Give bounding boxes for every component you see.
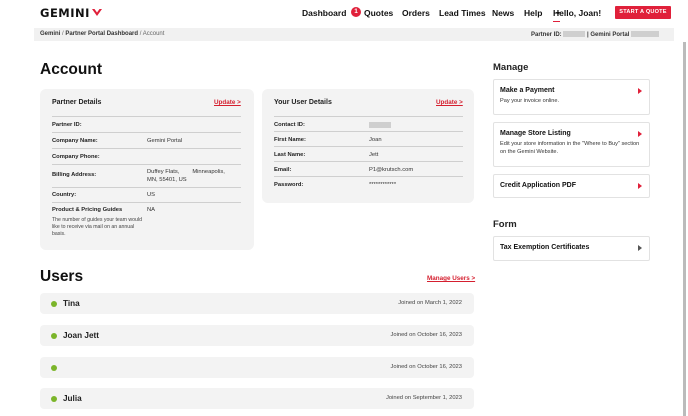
- users-title: Users: [40, 268, 84, 285]
- field-label: First Name:: [274, 137, 306, 143]
- nav-lead-times[interactable]: Lead Times: [439, 8, 486, 18]
- user-row-first-name: First Name: Joan: [274, 131, 463, 146]
- redacted-partner-id: [563, 31, 586, 37]
- page-scrollbar[interactable]: [683, 42, 686, 416]
- form-heading: Form: [493, 219, 517, 230]
- field-label: Country:: [52, 192, 77, 198]
- field-value: Joan: [369, 137, 382, 143]
- user-name: Tina: [63, 299, 80, 308]
- partner-update-link[interactable]: Update >: [214, 99, 241, 106]
- field-label: Billing Address:: [52, 172, 97, 178]
- user-joined-date: Joined on September 1, 2023: [385, 395, 462, 401]
- card-title: Tax Exemption Certificates: [500, 244, 590, 251]
- breadcrumb-gemini[interactable]: Gemini: [40, 31, 60, 37]
- manage-heading: Manage: [493, 62, 529, 73]
- breadcrumb-partner-portal[interactable]: Partner Portal Dashboard: [65, 31, 138, 37]
- card-title: Make a Payment: [500, 87, 555, 94]
- nav-quotes[interactable]: Quotes: [364, 8, 393, 18]
- chevron-right-icon: [638, 245, 642, 251]
- partner-row-id: Partner ID:: [52, 116, 241, 132]
- field-label: Company Phone:: [52, 154, 100, 160]
- user-greeting: Hello, Joan!: [553, 8, 602, 18]
- partner-details-card: Partner Details Update > Partner ID: Com…: [40, 89, 254, 250]
- quotes-count-badge: 1: [351, 7, 361, 17]
- user-joined-date: Joined on March 1, 2022: [398, 300, 462, 306]
- breadcrumb: Gemini / Partner Portal Dashboard / Acco…: [34, 28, 674, 41]
- field-label: Email:: [274, 167, 292, 173]
- top-nav: GEMINI Dashboard Quotes Orders Lead Time…: [0, 0, 688, 26]
- manage-users-link[interactable]: Manage Users >: [427, 275, 475, 282]
- user-list-item[interactable]: Julia Joined on September 1, 2023: [40, 388, 474, 409]
- nav-orders[interactable]: Orders: [402, 8, 430, 18]
- tax-exemption-card[interactable]: Tax Exemption Certificates: [493, 236, 650, 261]
- start-a-quote-button[interactable]: START A QUOTE: [615, 6, 671, 19]
- partner-row-phone: Company Phone:: [52, 148, 241, 164]
- manage-store-listing-card[interactable]: Manage Store Listing Edit your store inf…: [493, 122, 650, 167]
- nav-news[interactable]: News: [492, 8, 514, 18]
- partner-id-label: Partner ID:: [531, 32, 562, 38]
- chevron-right-icon: [638, 131, 642, 137]
- partner-id-display: Partner ID: | Gemini Portal: [531, 31, 660, 38]
- field-label: Partner ID:: [52, 122, 82, 128]
- user-details-title: Your User Details: [274, 99, 332, 106]
- field-value: Gemini Portal: [147, 138, 183, 144]
- field-label: Contact ID:: [274, 122, 305, 128]
- nav-links: Dashboard Quotes Orders Lead Times News …: [0, 8, 688, 22]
- card-title: Credit Application PDF: [500, 182, 576, 189]
- field-label: Company Name:: [52, 138, 98, 144]
- user-name: Joan Jett: [63, 331, 99, 340]
- user-list-item[interactable]: Joined on October 16, 2023: [40, 357, 474, 378]
- breadcrumb-separator: /: [139, 31, 142, 37]
- user-joined-date: Joined on October 16, 2023: [390, 364, 462, 370]
- partner-row-company: Company Name: Gemini Portal: [52, 132, 241, 148]
- breadcrumb-current: Account: [142, 31, 165, 37]
- partner-details-title: Partner Details: [52, 99, 102, 106]
- card-description: Edit your store information in the "Wher…: [500, 141, 640, 155]
- field-value: Jett: [369, 152, 379, 158]
- field-value: ************: [369, 182, 397, 188]
- make-payment-card[interactable]: Make a Payment Pay your invoice online.: [493, 79, 650, 115]
- user-row-password: Password: ************: [274, 176, 463, 191]
- redacted-contact-id: [369, 122, 391, 128]
- breadcrumb-separator: /: [62, 31, 64, 37]
- nav-help[interactable]: Help: [524, 8, 542, 18]
- active-status-icon: [51, 395, 57, 402]
- guides-note: The number of guides your team would lik…: [52, 217, 142, 237]
- active-status-icon: [51, 300, 57, 307]
- field-value: NA: [147, 207, 156, 213]
- user-row-contact-id: Contact ID:: [274, 116, 463, 131]
- user-menu[interactable]: Hello, Joan!: [553, 8, 601, 22]
- user-row-last-name: Last Name: Jett: [274, 146, 463, 161]
- chevron-right-icon: [638, 183, 642, 189]
- nav-dashboard[interactable]: Dashboard: [302, 8, 346, 18]
- user-list-item[interactable]: Tina Joined on March 1, 2022: [40, 293, 474, 314]
- field-label: Password:: [274, 182, 304, 188]
- partner-row-billing: Billing Address: Duffey Flats, Minneapol…: [52, 164, 241, 187]
- user-update-link[interactable]: Update >: [436, 99, 463, 106]
- partner-name: | Gemini Portal: [587, 32, 630, 38]
- account-title: Account: [40, 61, 102, 78]
- user-row-email: Email: P1@krutsch.com: [274, 161, 463, 176]
- field-value: P1@krutsch.com: [369, 167, 414, 173]
- user-name: Julia: [63, 394, 82, 403]
- chevron-right-icon: [638, 88, 642, 94]
- field-label: Last Name:: [274, 152, 306, 158]
- user-details-card: Your User Details Update > Contact ID: F…: [262, 89, 474, 203]
- field-label: Product & Pricing Guides: [52, 207, 123, 213]
- active-status-icon: [51, 332, 57, 339]
- partner-row-guides: Product & Pricing Guides NA: [52, 202, 241, 216]
- card-description: Pay your invoice online.: [500, 98, 560, 104]
- credit-application-card[interactable]: Credit Application PDF: [493, 174, 650, 198]
- user-list-item[interactable]: Joan Jett Joined on October 16, 2023: [40, 325, 474, 346]
- redacted-partner-extra: [631, 31, 660, 37]
- field-value: Duffey Flats, Minneapolis, MN, 55401, US: [147, 169, 225, 183]
- card-title: Manage Store Listing: [500, 130, 571, 137]
- active-status-icon: [51, 364, 57, 371]
- field-value: US: [147, 192, 156, 198]
- user-joined-date: Joined on October 16, 2023: [390, 332, 462, 338]
- partner-row-country: Country: US: [52, 187, 241, 202]
